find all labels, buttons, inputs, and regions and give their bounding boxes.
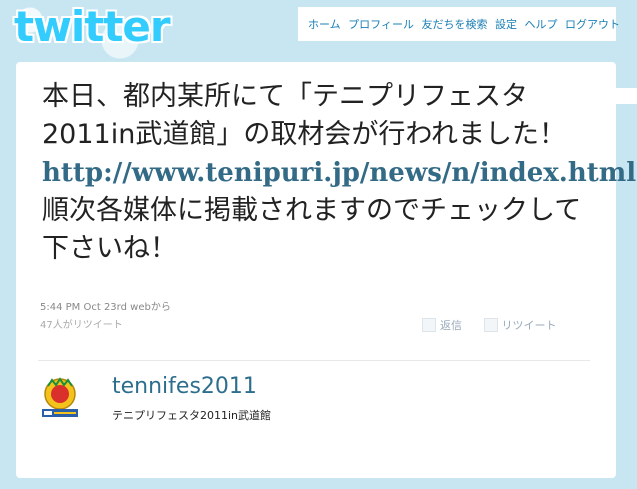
divider xyxy=(38,360,590,361)
tweet-text: 本日、都内某所にて「テニプリフェスタ2011in武道館」の取材会が行われました！… xyxy=(42,78,636,268)
tweet-link[interactable]: http://www.tenipuri.jp/news/n/index.html xyxy=(42,158,636,188)
timestamp-link[interactable]: 5:44 PM Oct 23rd xyxy=(40,302,127,313)
tweet-card: 本日、都内某所にて「テニプリフェスタ2011in武道館」の取材会が行われました！… xyxy=(16,62,636,478)
nav-settings[interactable]: 設定 xyxy=(495,18,517,31)
author-username[interactable]: tennifes2011 xyxy=(112,374,257,399)
tweet-meta: 5:44 PM Oct 23rd webから xyxy=(40,298,171,313)
nav-profile[interactable]: プロフィール xyxy=(348,18,414,31)
tweet-text-part2: 順次各媒体に掲載されますのでチェックして下さいね！ xyxy=(42,195,582,264)
top-navigation: ホーム プロフィール 友だちを検索 設定 ヘルプ ログアウト xyxy=(298,7,620,41)
source-label: webから xyxy=(130,302,171,313)
twitter-logo[interactable]: twitter xyxy=(14,2,189,51)
retweet-button[interactable]: リツイート xyxy=(483,317,557,333)
retweet-count[interactable]: 47人がリツイート xyxy=(40,316,123,331)
reply-icon xyxy=(422,318,436,332)
avatar[interactable] xyxy=(38,376,82,420)
retweet-icon xyxy=(483,318,498,332)
nav-help[interactable]: ヘルプ xyxy=(524,18,557,31)
retweet-label: リツイート xyxy=(501,319,557,332)
nav-logout[interactable]: ログアウト xyxy=(565,18,620,31)
tweet-text-part1: 本日、都内某所にて「テニプリフェスタ2011in武道館」の取材会が行われました！ xyxy=(42,81,566,150)
reply-button[interactable]: 返信 xyxy=(422,317,462,333)
tweet-actions: 返信 リツイート xyxy=(422,317,557,335)
author-full-name: テニプリフェスタ2011in武道館 xyxy=(112,409,272,422)
nav-home[interactable]: ホーム xyxy=(308,18,341,31)
reply-label: 返信 xyxy=(440,319,462,332)
nav-find-friends[interactable]: 友だちを検索 xyxy=(421,18,487,31)
logo-text: twitter xyxy=(14,2,171,51)
avatar-logo-icon xyxy=(42,377,78,417)
